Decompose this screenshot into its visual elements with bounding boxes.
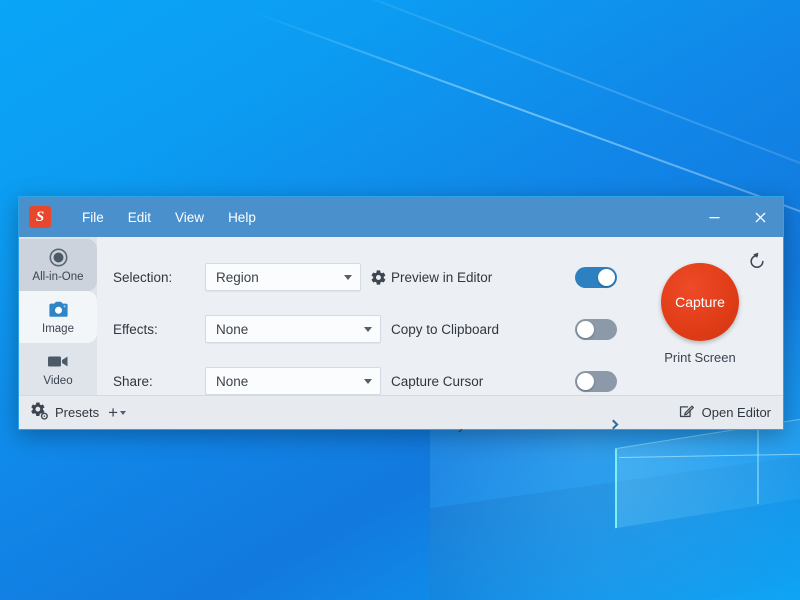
share-value: None [216,373,249,389]
copy-to-clipboard-toggle[interactable] [575,318,617,340]
chevron-down-icon [344,274,352,280]
undo-arrow-icon[interactable] [747,251,767,276]
selection-label: Selection: [113,269,173,285]
effects-row: Effects: None [113,303,387,355]
minimize-icon [709,216,719,218]
window-controls [691,197,783,237]
capture-button[interactable]: Capture [661,263,739,341]
presets-button[interactable]: Presets [29,401,99,425]
close-icon [755,212,765,222]
menu-help[interactable]: Help [217,205,267,230]
menu-edit[interactable]: Edit [117,205,162,230]
open-editor-label: Open Editor [701,405,771,420]
chevron-down-icon [364,326,372,332]
toggle-knob [577,372,594,390]
selection-dropdown[interactable]: Region [205,263,361,291]
video-camera-icon [47,351,69,372]
wallpaper-window-mullion [757,423,759,505]
chevron-down-icon [364,378,372,384]
preview-in-editor-label: Preview in Editor [391,269,493,285]
sidebar-item-all-in-one[interactable]: All-in-One [19,239,97,291]
copy-to-clipboard-row: Copy to Clipboard [391,303,617,355]
share-label: Share: [113,373,153,389]
wallpaper-shadow [430,451,800,600]
all-in-one-icon [49,247,68,268]
minimize-button[interactable] [691,197,737,237]
snagit-logo-icon: S [29,206,51,228]
plus-icon: + [108,403,119,422]
copy-to-clipboard-label: Copy to Clipboard [391,321,500,337]
capture-button-label: Capture [675,294,725,310]
menu-view[interactable]: View [164,205,215,230]
wallpaper-light-streak [299,0,800,173]
sidebar-item-label: Image [42,323,74,335]
capture-hotkey-caption: Print Screen [664,350,736,365]
effects-label: Effects: [113,321,158,337]
toggles-column: Preview in Editor Copy to Clipboard Capt… [387,251,619,432]
menu-file[interactable]: File [71,205,115,230]
selection-value: Region [216,269,259,285]
sidebar-item-label: Video [43,375,73,387]
preview-in-editor-toggle[interactable] [575,266,617,288]
toggle-knob [598,268,615,286]
share-dropdown[interactable]: None [205,367,381,395]
preview-in-editor-row: Preview in Editor [391,251,617,303]
selection-row: Selection: Region [113,251,387,303]
wallpaper-light-streak [249,10,800,224]
gear-icon [371,269,386,285]
capture-options-panel: Selection: Region Effects: None Share: N… [97,237,783,432]
bottom-bar: Presets + Open Editor [19,395,783,429]
presets-label: Presets [55,405,100,420]
camera-icon [48,299,69,320]
desktop-wallpaper: S File Edit View Help All-in-One Image V… [0,0,800,600]
effects-dropdown[interactable]: None [205,315,381,343]
close-button[interactable] [737,197,783,237]
sidebar-item-image[interactable]: Image [19,291,97,343]
sidebar-item-label: All-in-One [32,271,84,283]
add-preset-button[interactable]: + [108,403,127,422]
menu-bar: File Edit View Help [71,205,267,230]
fields-column: Selection: Region Effects: None Share: N… [97,251,387,395]
selection-settings-button[interactable] [370,269,387,286]
title-bar: S File Edit View Help [19,197,783,237]
chevron-down-icon [120,410,127,415]
mode-sidebar: All-in-One Image Video [19,237,97,395]
open-editor-button[interactable]: Open Editor [678,403,771,423]
capture-cursor-toggle[interactable] [575,370,617,392]
window-body: All-in-One Image Video Selection: Region… [19,237,783,432]
effects-value: None [216,321,249,337]
wallpaper-window-mullion [619,452,800,459]
sidebar-item-video[interactable]: Video [19,343,97,395]
gears-icon [29,401,48,425]
capture-cursor-label: Capture Cursor [391,373,484,389]
snagit-capture-window: S File Edit View Help All-in-One Image V… [18,196,784,432]
capture-column: Capture Print Screen [617,251,783,395]
edit-square-icon [678,403,695,423]
toggle-knob [577,320,594,338]
